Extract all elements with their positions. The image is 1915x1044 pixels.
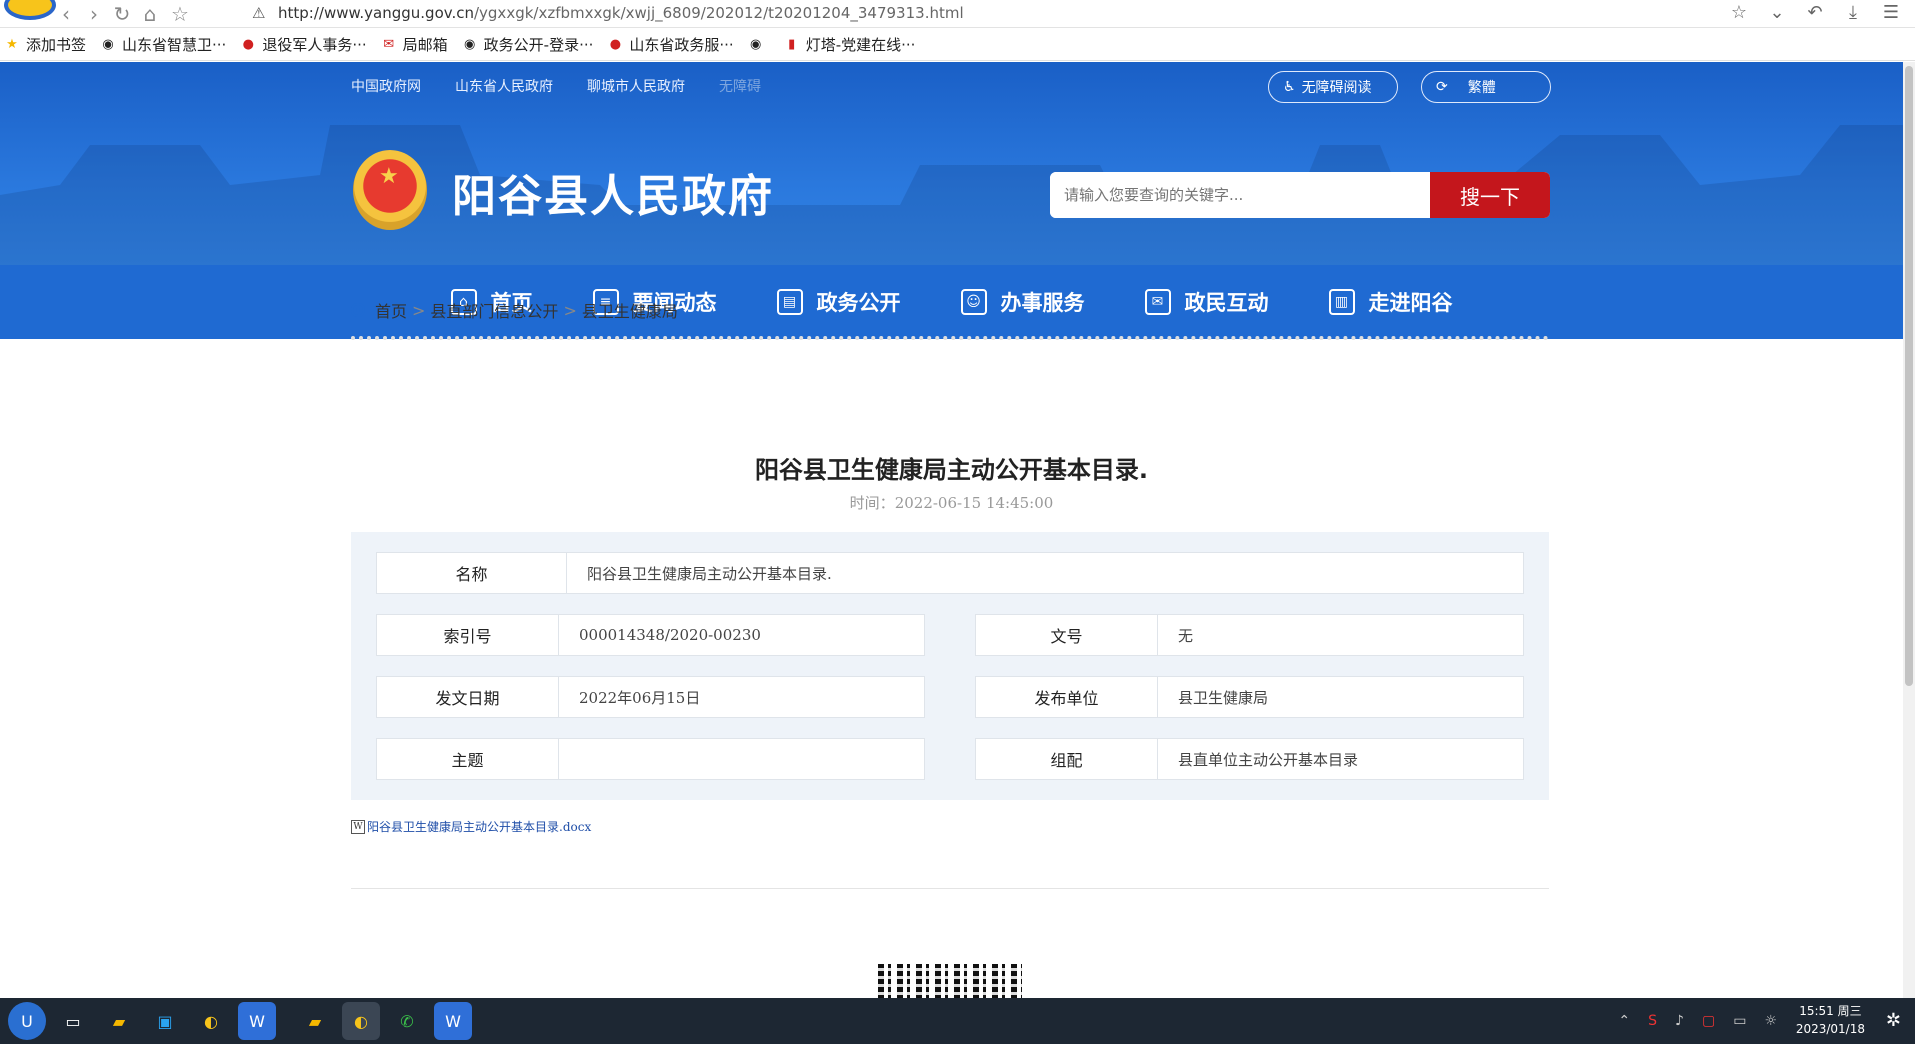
building-icon: ▥: [1328, 289, 1355, 315]
bookmark-item[interactable]: ◉: [748, 37, 770, 53]
globe-icon: ◉: [463, 37, 476, 52]
meta-row-topic: 主题: [376, 738, 925, 780]
favorite-star-icon[interactable]: ☆: [1725, 2, 1753, 23]
brightness-icon[interactable]: ☼: [1764, 1013, 1777, 1029]
os-taskbar: U ▭ ▰ ▣ ◐ W ▰ ◐ ✆ W ⌃ S ♪ ▢ ▭ ☼ 15:51 周三…: [0, 998, 1915, 1044]
location-pin-icon: [351, 303, 365, 317]
bookmark-add[interactable]: ★ 添加书签: [4, 34, 86, 55]
document-icon: ▤: [776, 289, 803, 315]
refresh-icon: ⟳: [1436, 79, 1448, 95]
emblem-icon: ●: [609, 37, 622, 52]
toplink-gov-cn[interactable]: 中国政府网: [351, 76, 421, 96]
insecure-warning-icon: ⚠: [252, 4, 266, 22]
tray-expand-icon[interactable]: ⌃: [1618, 1013, 1630, 1029]
site-header: 中国政府网 山东省人民政府 聊城市人民政府 无障碍 ♿无障碍阅读 ⟳繁體 阳谷县…: [0, 62, 1903, 265]
toplink-accessibility[interactable]: 无障碍: [719, 76, 761, 96]
service-icon: ☺: [960, 289, 987, 315]
browser-logo-icon[interactable]: [4, 0, 56, 20]
wps-writer-icon[interactable]: W: [434, 1002, 472, 1040]
bookmark-star-icon[interactable]: ☆: [166, 2, 194, 26]
forward-icon[interactable]: ›: [80, 2, 108, 26]
site-search: 搜一下: [1050, 172, 1550, 218]
start-icon[interactable]: U: [8, 1002, 46, 1040]
accessibility-icon: ♿: [1283, 79, 1296, 95]
search-button[interactable]: 搜一下: [1430, 172, 1550, 218]
article-title: 阳谷县卫生健康局主动公开基本目录.: [754, 456, 1149, 484]
store-icon[interactable]: ▣: [146, 1002, 184, 1040]
volume-icon[interactable]: ♪: [1675, 1013, 1684, 1029]
site-title: 阳谷县人民政府: [452, 171, 774, 222]
web-page: 中国政府网 山东省人民政府 聊城市人民政府 无障碍 ♿无障碍阅读 ⟳繁體 阳谷县…: [0, 62, 1903, 998]
nav-about[interactable]: ▥ 走进阳谷: [1328, 265, 1453, 339]
article-time: 时间：2022-06-15 14:45:00: [849, 494, 1054, 512]
wps-writer-icon[interactable]: W: [238, 1002, 276, 1040]
chat-icon: ✉: [1144, 289, 1171, 315]
nav-gov-affairs[interactable]: ▤ 政务公开: [776, 265, 901, 339]
multitask-icon[interactable]: ▭: [54, 1002, 92, 1040]
search-input[interactable]: [1050, 172, 1430, 218]
bookmark-item[interactable]: ◉ 山东省智慧卫···: [100, 34, 226, 55]
toplink-shandong[interactable]: 山东省人民政府: [455, 76, 553, 96]
undo-icon[interactable]: ↶: [1801, 2, 1829, 23]
qr-code: [878, 964, 1022, 998]
page-scrollbar[interactable]: [1903, 62, 1915, 998]
toplink-liaocheng[interactable]: 聊城市人民政府: [587, 76, 685, 96]
metadata-table: 名称 阳谷县卫生健康局主动公开基本目录. 索引号 000014348/2020-…: [351, 532, 1549, 800]
breadcrumb-health-bureau[interactable]: 县卫生健康局: [582, 298, 678, 322]
meta-row-issuer: 发布单位 县卫生健康局: [975, 676, 1524, 718]
meta-row-name: 名称 阳谷县卫生健康局主动公开基本目录.: [376, 552, 1524, 594]
bookmark-item[interactable]: ● 退役军人事务···: [240, 34, 367, 55]
menu-icon[interactable]: ☰: [1877, 2, 1905, 23]
skyline-decoration: [0, 125, 1903, 265]
back-icon[interactable]: ‹: [52, 2, 80, 26]
nav-interaction[interactable]: ✉ 政民互动: [1144, 265, 1269, 339]
bookmarks-bar: ★ 添加书签 ◉ 山东省智慧卫··· ● 退役军人事务··· ✉ 局邮箱 ◉ 政务公开-登…: [0, 29, 1915, 61]
bookmark-item[interactable]: ◉ 政务公开-登录···: [462, 34, 593, 55]
emblem-icon: ●: [242, 37, 254, 52]
meta-row-group: 组配 县直单位主动公开基本目录: [975, 738, 1524, 780]
home-page-icon[interactable]: ⌂: [136, 2, 164, 26]
browser-active-icon[interactable]: ◐: [342, 1002, 380, 1040]
breadcrumb: 首页 > 县直部门信息公开 > 县卫生健康局: [351, 298, 678, 322]
attachment-link[interactable]: W 阳谷县卫生健康局主动公开基本目录.docx: [351, 818, 591, 835]
file-manager-icon[interactable]: ▰: [296, 1002, 334, 1040]
divider: [351, 336, 1549, 340]
browser-app-icon[interactable]: ◐: [192, 1002, 230, 1040]
meta-row-docno: 文号 无: [975, 614, 1524, 656]
input-method-icon[interactable]: S: [1648, 1013, 1657, 1029]
breadcrumb-dept-info[interactable]: 县直部门信息公开: [430, 298, 558, 322]
globe-icon: ◉: [102, 37, 114, 52]
breadcrumb-home[interactable]: 首页: [375, 298, 407, 322]
bookmark-item[interactable]: ● 山东省政务服···: [607, 34, 734, 55]
desktop-settings-icon[interactable]: ✲: [1886, 1010, 1901, 1031]
main-navigation: ⌂ 首页 ≡ 要闻动态 ▤ 政务公开 ☺ 办事服务 ✉ 政民互动 ▥ 走进阳谷: [0, 265, 1903, 339]
document-file-icon: W: [351, 819, 365, 834]
system-clock[interactable]: 15:51 周三 2023/01/18: [1796, 1002, 1865, 1038]
mail-icon: ✉: [383, 37, 395, 52]
notification-icon[interactable]: ▢: [1702, 1013, 1715, 1029]
network-icon[interactable]: ▭: [1733, 1013, 1746, 1029]
bookmark-item[interactable]: ✉ 局邮箱: [381, 34, 447, 55]
traditional-chinese-button[interactable]: ⟳ 繁體: [1421, 71, 1551, 103]
scrollbar-thumb[interactable]: [1905, 66, 1913, 686]
star-icon: ★: [6, 37, 18, 52]
chevron-down-icon[interactable]: ⌄: [1763, 2, 1791, 23]
meta-row-index: 索引号 000014348/2020-00230: [376, 614, 925, 656]
national-emblem-icon: [353, 150, 427, 230]
file-manager-icon[interactable]: ▰: [100, 1002, 138, 1040]
globe-icon: ◉: [750, 37, 762, 52]
flag-icon: ▮: [788, 37, 796, 52]
bookmark-item[interactable]: ▮ 灯塔-党建在线···: [784, 34, 915, 55]
url-field[interactable]: http://www.yanggu.gov.cn/ygxxgk/xzfbmxxg…: [278, 4, 964, 22]
nav-services[interactable]: ☺ 办事服务: [960, 265, 1085, 339]
meta-row-date: 发文日期 2022年06月15日: [376, 676, 925, 718]
accessibility-reading-button[interactable]: ♿ 无障碍阅读: [1268, 71, 1398, 103]
reload-icon[interactable]: ↻: [108, 2, 136, 26]
wechat-icon[interactable]: ✆: [388, 1002, 426, 1040]
browser-address-bar: ‹ › ↻ ⌂ ☆ ⚠ http://www.yanggu.gov.cn/ygx…: [0, 0, 1915, 28]
download-icon[interactable]: ⤓: [1839, 2, 1867, 23]
divider: [351, 888, 1549, 889]
